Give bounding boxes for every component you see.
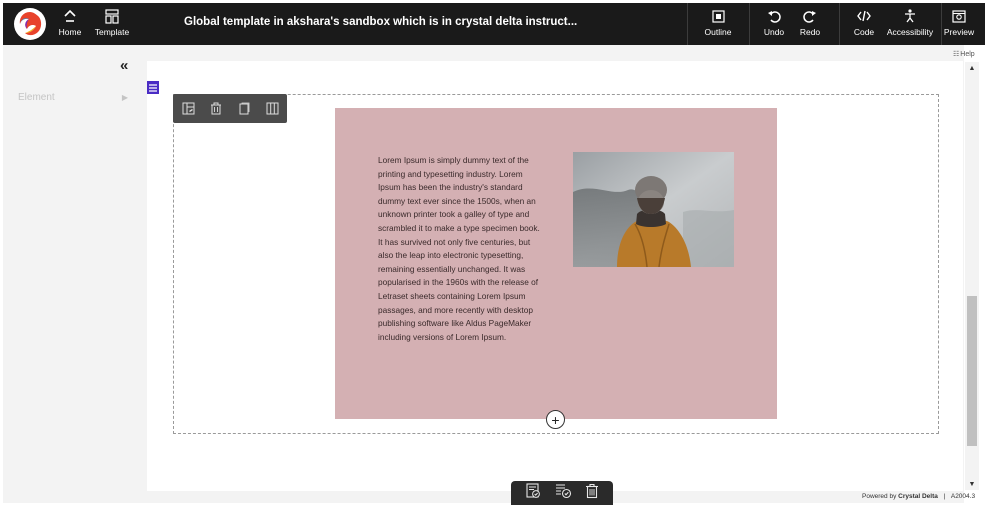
columns-icon[interactable]	[259, 94, 285, 123]
divider	[839, 3, 840, 45]
chevron-right-icon: ▶	[121, 92, 128, 102]
version-label: A2004.3	[950, 493, 976, 500]
person-in-hat-image	[573, 152, 734, 267]
collapse-sidebar-button[interactable]: «	[120, 57, 128, 74]
help-icon: ☷	[953, 51, 960, 58]
redo-label: Redo	[799, 27, 821, 37]
scroll-up-icon[interactable]: ▲	[965, 62, 979, 74]
undo-label: Undo	[763, 27, 785, 37]
section-menu-handle[interactable]	[147, 81, 159, 94]
top-bar: Home Template Global template in akshara…	[3, 3, 985, 45]
text-element[interactable]: Lorem Ipsum is simply dummy text of the …	[378, 154, 542, 344]
redo-button[interactable]: Redo	[797, 7, 823, 41]
code-icon	[857, 7, 871, 25]
preview-icon	[952, 7, 966, 25]
home-icon	[63, 7, 77, 25]
scroll-down-icon[interactable]: ▼	[965, 478, 979, 490]
accessibility-button[interactable]: Accessibility	[884, 7, 936, 41]
code-button[interactable]: Code	[851, 7, 877, 41]
page-title: Global template in akshara's sandbox whi…	[184, 16, 578, 28]
app-window: Home Template Global template in akshara…	[0, 0, 988, 508]
sidebar-item-label: Element	[18, 91, 55, 103]
undo-button[interactable]: Undo	[761, 7, 787, 41]
divider	[941, 3, 942, 45]
nav-home[interactable]: Home	[57, 7, 83, 41]
section-toolbar	[173, 94, 287, 123]
undo-icon	[767, 7, 781, 25]
help-link[interactable]: ☷ Help	[953, 50, 975, 59]
nav-template[interactable]: Template	[93, 7, 131, 41]
layout-settings-icon[interactable]	[175, 94, 201, 123]
preview-button[interactable]: Preview	[943, 7, 975, 41]
divider	[749, 3, 750, 45]
nav-template-label: Template	[94, 27, 130, 37]
divider	[687, 3, 688, 45]
code-label: Code	[853, 27, 875, 37]
accessibility-icon	[904, 7, 916, 25]
bottom-toolbar	[511, 481, 613, 505]
publish-icon[interactable]	[555, 483, 572, 504]
nav-home-label: Home	[58, 27, 82, 37]
vertical-scrollbar[interactable]: ▲ ▼	[965, 62, 979, 490]
footer: Powered by Crystal Delta | A2004.3	[862, 493, 975, 500]
powered-by-label: Powered by	[862, 493, 897, 500]
outline-button[interactable]: Outline	[701, 7, 735, 41]
trash-icon[interactable]	[585, 483, 599, 504]
sidebar-item-element[interactable]: Element ▶	[18, 90, 128, 104]
brand-name: Crystal Delta	[898, 493, 938, 500]
sidebar: « Element ▶	[3, 45, 146, 503]
scrollbar-thumb[interactable]	[967, 296, 977, 446]
delete-icon[interactable]	[203, 94, 229, 123]
duplicate-icon[interactable]	[231, 94, 257, 123]
outline-icon	[711, 7, 725, 25]
preview-label: Preview	[943, 27, 975, 37]
image-element[interactable]	[573, 152, 734, 267]
add-section-button[interactable]: +	[546, 410, 565, 429]
footer-separator: |	[943, 493, 946, 500]
redo-icon	[803, 7, 817, 25]
template-icon	[105, 7, 119, 25]
outline-label: Outline	[704, 27, 732, 37]
app-logo[interactable]	[14, 8, 46, 40]
accessibility-label: Accessibility	[886, 27, 934, 37]
save-icon[interactable]	[525, 482, 541, 504]
menu-icon	[149, 83, 157, 92]
help-label: Help	[960, 50, 975, 58]
